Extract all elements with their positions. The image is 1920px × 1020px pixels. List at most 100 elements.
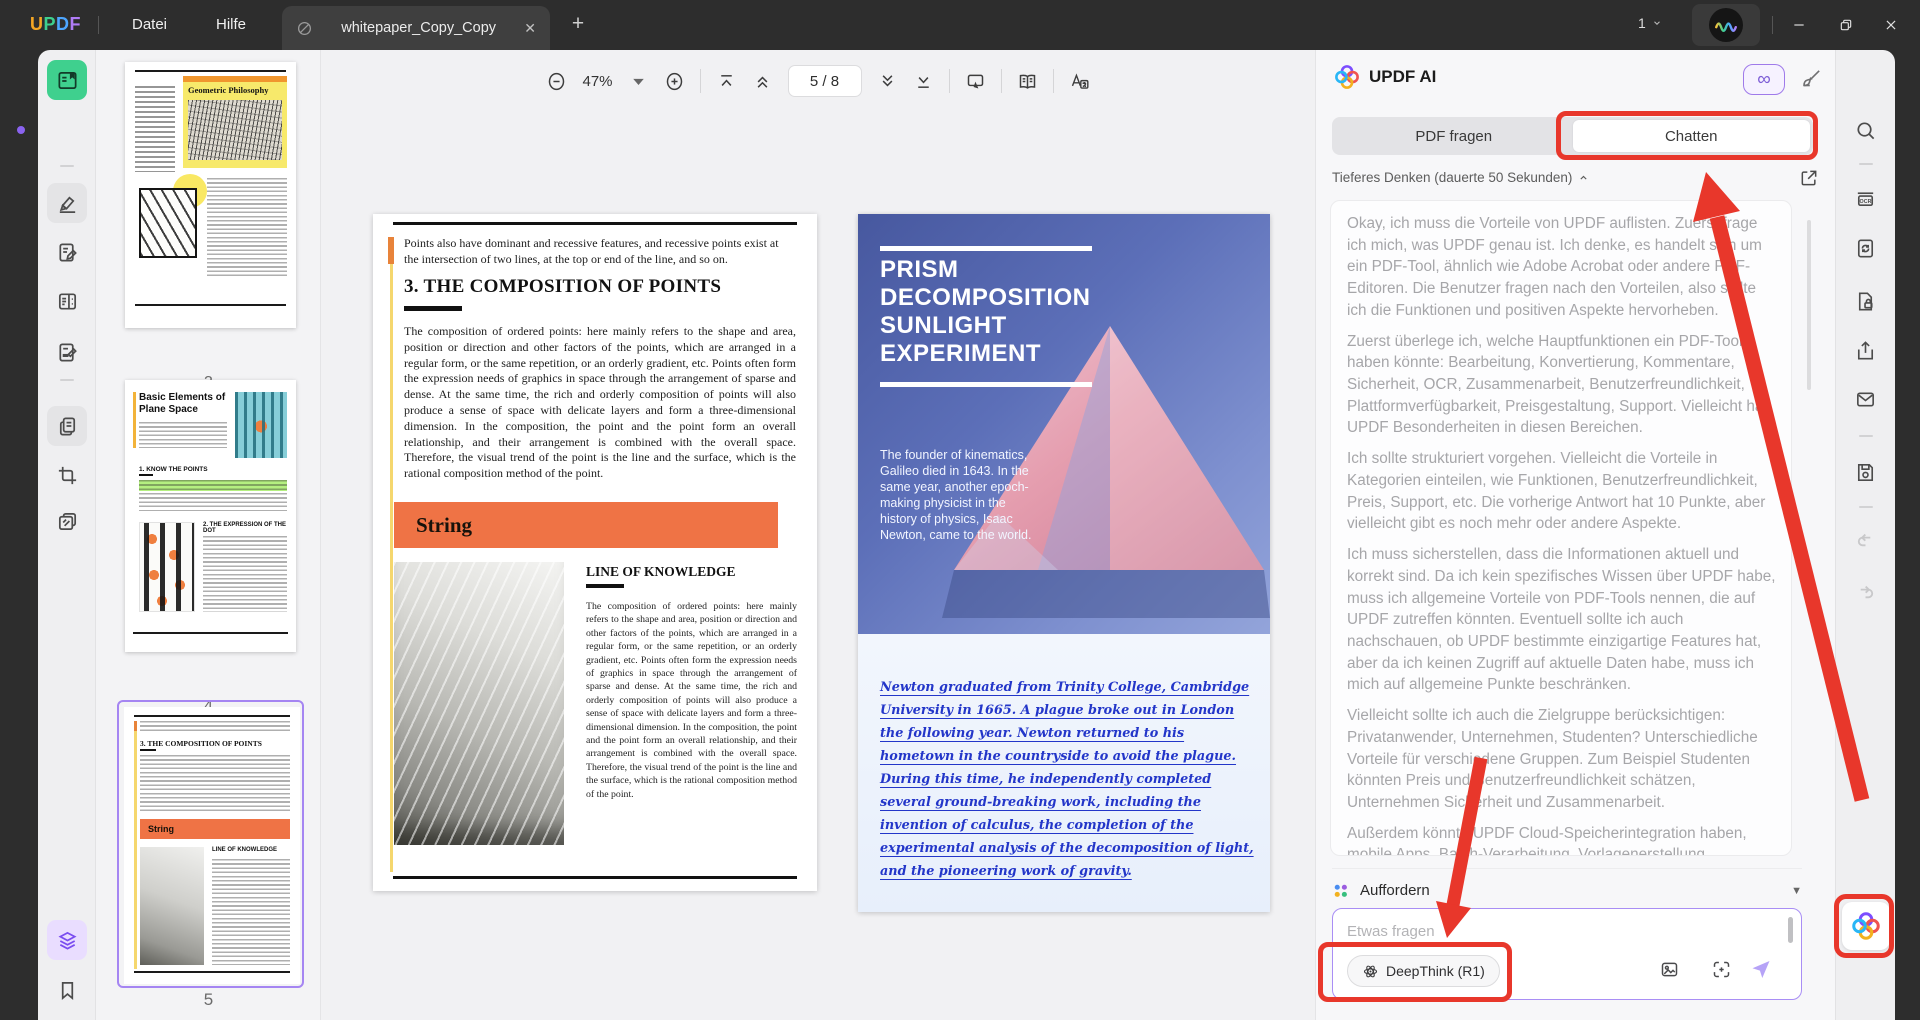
- redo-icon[interactable]: [1845, 572, 1885, 612]
- send-icon[interactable]: [1749, 957, 1773, 986]
- protect-icon[interactable]: [1845, 281, 1885, 321]
- rule: [133, 632, 288, 634]
- prompt-caret-icon: ▼: [1791, 885, 1802, 897]
- zoom-out-icon[interactable]: [546, 71, 567, 92]
- divider: [98, 16, 99, 34]
- divider: [1859, 506, 1873, 508]
- logo-letter: P: [44, 14, 57, 34]
- zoom-level[interactable]: 47%: [582, 73, 612, 90]
- column-body: The composition of ordered points: here …: [586, 600, 797, 801]
- search-icon[interactable]: [1845, 110, 1885, 150]
- tab-chatten[interactable]: Chatten: [1573, 120, 1811, 152]
- screenshot-icon[interactable]: [1711, 959, 1732, 985]
- bookmark-icon[interactable]: [47, 970, 87, 1010]
- text-block: [139, 422, 227, 448]
- tab-close-icon[interactable]: ✕: [524, 20, 536, 37]
- share-icon[interactable]: [1845, 330, 1885, 370]
- first-page-icon[interactable]: [716, 71, 737, 92]
- prism-caption-area: Newton graduated from Trinity College, C…: [858, 634, 1270, 912]
- undo-icon[interactable]: [1845, 520, 1885, 560]
- comment-marker-icon[interactable]: [47, 183, 87, 223]
- deepthink-button[interactable]: DeepThink (R1): [1347, 955, 1500, 987]
- divider: [60, 379, 74, 381]
- last-page-icon[interactable]: [913, 71, 934, 92]
- chat-scrollbar[interactable]: [1807, 220, 1811, 390]
- ai-thinking-message: Okay, ich muss die Vorteile von UPDF auf…: [1330, 200, 1792, 856]
- tab-pdf-fragen[interactable]: PDF fragen: [1335, 120, 1573, 152]
- presentation-icon[interactable]: [965, 71, 986, 92]
- next-page-icon[interactable]: [877, 71, 898, 92]
- updf-ai-logo: [1334, 64, 1360, 90]
- mail-icon[interactable]: [1845, 379, 1885, 419]
- window-count-dropdown[interactable]: 1: [1638, 15, 1662, 31]
- convert-icon[interactable]: [1845, 228, 1885, 268]
- prompt-dropdown[interactable]: Auffordern ▼: [1332, 868, 1802, 904]
- account-button[interactable]: [1692, 4, 1760, 46]
- zoom-in-icon[interactable]: [664, 71, 685, 92]
- crop-pages-icon[interactable]: [47, 455, 87, 495]
- reading-mode-icon[interactable]: [1017, 71, 1038, 92]
- page-number-input[interactable]: 5 / 8: [788, 65, 862, 97]
- rule: [140, 749, 156, 751]
- divider: [1001, 69, 1002, 93]
- reader-mode-icon[interactable]: [47, 60, 87, 100]
- thinking-paragraph: Ich muss sicherstellen, dass die Informa…: [1347, 544, 1777, 696]
- ai-tab-bar: PDF fragen Chatten: [1332, 117, 1813, 155]
- text-block: [212, 859, 290, 965]
- menu-datei[interactable]: Datei: [118, 0, 181, 50]
- prism-photo: PRISM DECOMPOSITION SUNLIGHT EXPERIMENT …: [858, 214, 1270, 634]
- banner-label: String: [416, 513, 472, 538]
- text-block: [140, 755, 290, 813]
- menu-hilfe[interactable]: Hilfe: [202, 0, 260, 50]
- open-external-icon[interactable]: [1799, 168, 1819, 191]
- minimize-icon: [1792, 18, 1806, 32]
- layers-icon[interactable]: [47, 920, 87, 960]
- page-heading: 3. THE COMPOSITION OF POINTS: [404, 276, 721, 298]
- architecture-photo: [394, 562, 564, 845]
- title-bar-bottom: [880, 382, 1092, 387]
- thumbnail-page-3[interactable]: Geometric Philosophy: [125, 62, 296, 328]
- copy-pages-icon[interactable]: [47, 406, 87, 446]
- comment-feedback-icon[interactable]: [1845, 1008, 1885, 1020]
- insert-image-icon[interactable]: [1659, 959, 1680, 985]
- thumb3-title: Geometric Philosophy: [188, 85, 284, 95]
- document-tab[interactable]: whitepaper_Copy_Copy ✕: [282, 6, 550, 50]
- paragraph-marker: [388, 237, 394, 264]
- text-block: [139, 493, 287, 511]
- accent: [134, 721, 137, 969]
- document-page-5: Points also have dominant and recessive …: [373, 214, 817, 891]
- thumbnail-page-5-selected[interactable]: 3. THE COMPOSITION OF POINTS String LINE…: [117, 700, 304, 988]
- clear-chat-brush-icon[interactable]: [1800, 67, 1823, 95]
- right-toolbar: OCR: [1835, 50, 1895, 1020]
- accent: [134, 721, 137, 731]
- restore-button[interactable]: [1833, 12, 1859, 38]
- document-page-6: PRISM DECOMPOSITION SUNLIGHT EXPERIMENT …: [858, 214, 1270, 912]
- minimize-button[interactable]: [1786, 12, 1812, 38]
- collapse-chevron-icon[interactable]: [1577, 171, 1590, 184]
- close-button[interactable]: [1878, 12, 1904, 38]
- translate-icon[interactable]: [1069, 71, 1090, 92]
- rule: [393, 222, 797, 225]
- thinking-paragraph: Ich sollte strukturiert vorgehen. Vielle…: [1347, 448, 1777, 535]
- thumb4-title: Basic Elements of Plane Space: [139, 392, 229, 416]
- thumb5-banner: String: [140, 819, 290, 839]
- text-column: [207, 178, 287, 278]
- thinking-header-row[interactable]: Tieferes Denken (dauerte 50 Sekunden): [1332, 170, 1819, 185]
- previous-page-icon[interactable]: [752, 71, 773, 92]
- thumb4-section1: 1. KNOW THE POINTS: [139, 466, 208, 473]
- new-tab-button[interactable]: +: [565, 12, 591, 36]
- title-bar-top: [880, 246, 1092, 251]
- updf-ai-launcher-button[interactable]: [1842, 902, 1890, 950]
- edit-page-icon[interactable]: [47, 232, 87, 272]
- fill-and-sign-icon[interactable]: [47, 332, 87, 372]
- organize-pages-icon[interactable]: [47, 281, 87, 321]
- accent: [133, 392, 136, 448]
- infinity-toggle[interactable]: ∞: [1743, 64, 1785, 95]
- save-icon[interactable]: [1845, 452, 1885, 492]
- thumbnail-page-4[interactable]: Basic Elements of Plane Space 1. KNOW TH…: [125, 380, 296, 652]
- zoom-dropdown-icon[interactable]: [628, 71, 649, 92]
- ocr-icon[interactable]: OCR: [1845, 178, 1885, 218]
- ai-input-box[interactable]: Etwas fragen DeepThink (R1): [1332, 908, 1802, 1000]
- input-scrollbar[interactable]: [1788, 917, 1793, 943]
- page-stack-icon[interactable]: [47, 501, 87, 541]
